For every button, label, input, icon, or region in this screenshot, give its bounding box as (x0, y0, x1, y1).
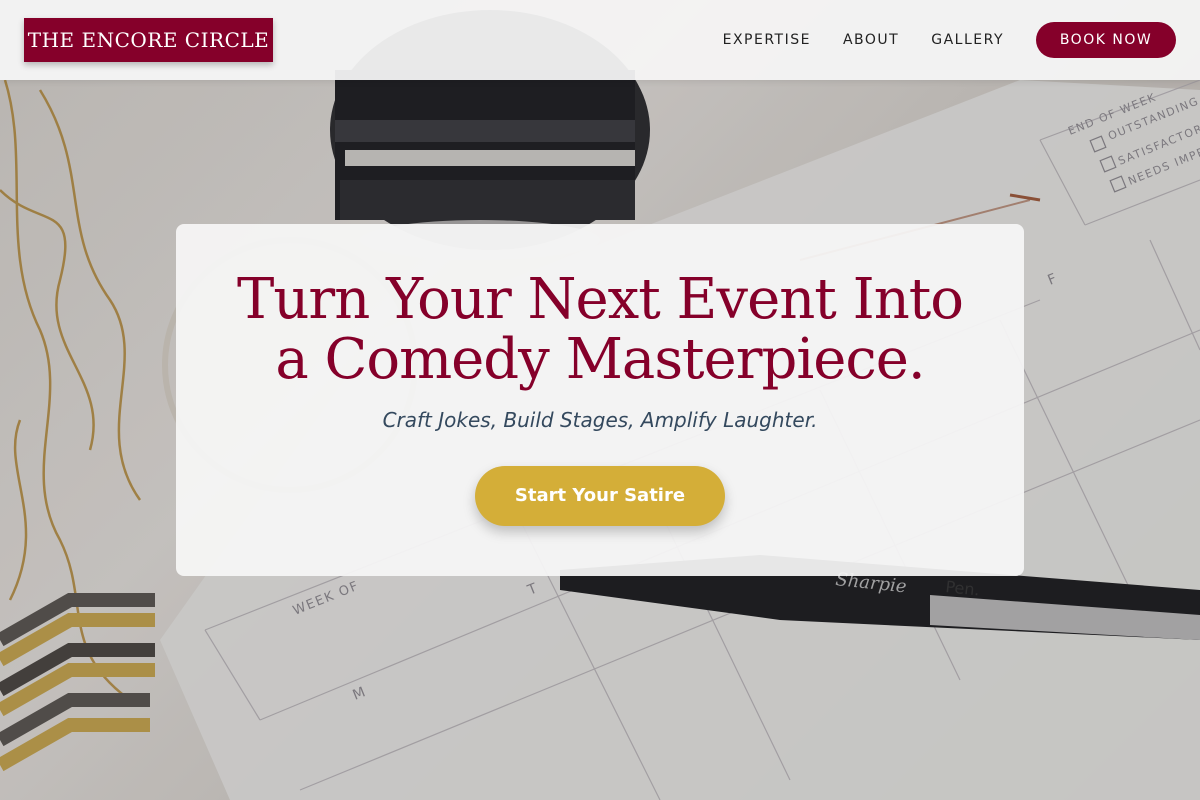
nav-link-gallery[interactable]: GALLERY (931, 32, 1004, 48)
book-now-button[interactable]: BOOK NOW (1036, 22, 1176, 58)
site-header: THE ENCORE CIRCLE EXPERTISE ABOUT GALLER… (0, 0, 1200, 80)
hero-card: Turn Your Next Event Into a Comedy Maste… (176, 224, 1024, 576)
start-your-satire-button[interactable]: Start Your Satire (475, 466, 725, 526)
hero-title: Turn Your Next Event Into a Comedy Maste… (237, 267, 964, 392)
nav-link-expertise[interactable]: EXPERTISE (723, 32, 811, 48)
main-nav: EXPERTISE ABOUT GALLERY BOOK NOW (723, 22, 1176, 58)
site-logo[interactable]: THE ENCORE CIRCLE (24, 18, 273, 62)
nav-link-about[interactable]: ABOUT (843, 32, 899, 48)
hero-subtitle: Craft Jokes, Build Stages, Amplify Laugh… (382, 408, 818, 432)
